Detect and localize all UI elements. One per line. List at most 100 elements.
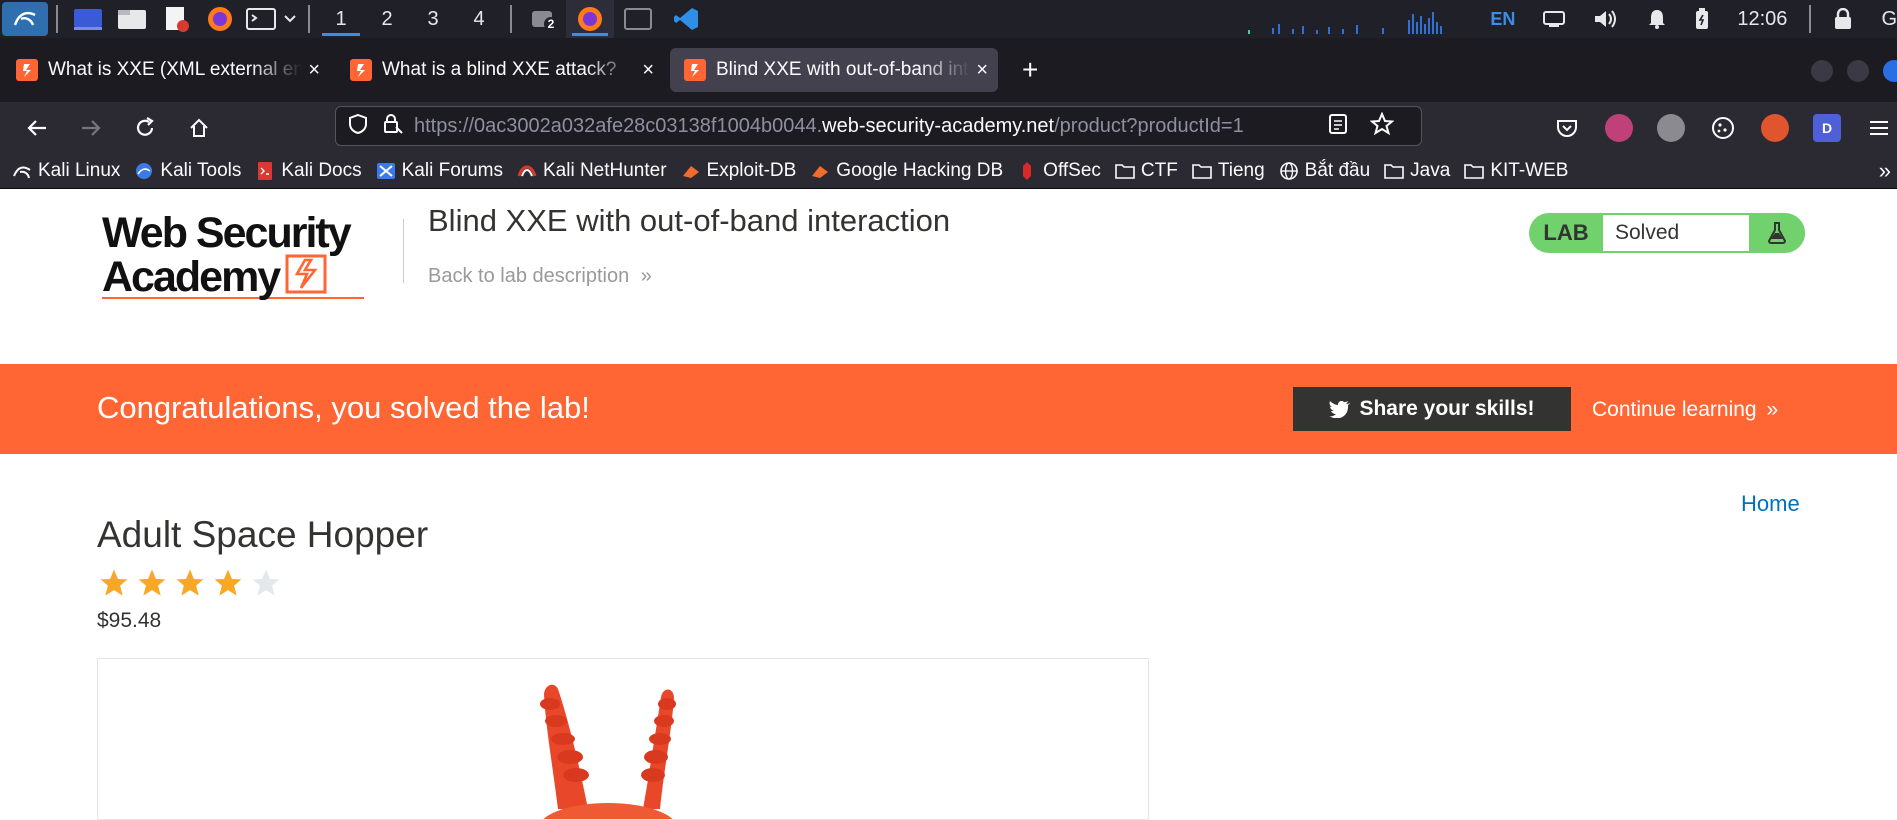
ext-orange-icon[interactable] [1761, 114, 1789, 142]
tracking-shield-icon[interactable] [348, 113, 368, 140]
url-text[interactable]: https://0ac3002a032afe28c03138f1004b0044… [414, 115, 1314, 138]
workspace-4[interactable]: 4 [456, 0, 502, 38]
star-rating [97, 567, 287, 601]
star-filled-icon [135, 567, 171, 601]
bookmark-folder-ctf[interactable]: CTF [1115, 160, 1178, 182]
bookmark-kali-docs[interactable]: Kali Docs [255, 160, 362, 182]
tab-close-icon[interactable]: × [642, 59, 654, 82]
share-skills-button[interactable]: Share your skills! [1293, 387, 1571, 431]
lock-screen-icon[interactable] [1833, 8, 1853, 30]
taskbar-separator [510, 5, 512, 33]
browser-tab-strip: What is XXE (XML external entity) inject… [0, 38, 1897, 102]
space-hopper-image [540, 684, 676, 819]
window-group-icon[interactable]: 2 [520, 0, 566, 38]
lock-icon[interactable] [382, 113, 404, 140]
folder-icon [1464, 161, 1485, 181]
tab-title: What is XXE (XML external entity) inject… [48, 59, 303, 80]
page-content: Web Security Academy Blind XXE with out-… [0, 189, 1897, 820]
tab-close-icon[interactable]: × [308, 59, 320, 82]
hamburger-menu-icon[interactable] [1865, 114, 1893, 142]
clock[interactable]: 12:06 [1737, 8, 1787, 31]
bookmark-exploit-db[interactable]: Exploit-DB [681, 160, 797, 182]
bookmark-kali-linux[interactable]: Kali Linux [12, 160, 120, 182]
network-icon[interactable] [1543, 10, 1566, 28]
firefox-launcher-icon[interactable] [198, 0, 242, 38]
battery-icon[interactable] [1695, 8, 1709, 30]
bookmark-kali-forums[interactable]: Kali Forums [376, 160, 503, 182]
vscode-window-icon[interactable] [662, 0, 710, 38]
bookmark-label: Exploit-DB [706, 160, 797, 181]
reader-view-icon[interactable] [1328, 113, 1348, 140]
firefox-window-icon[interactable] [566, 0, 614, 38]
workspace-2[interactable]: 2 [364, 0, 410, 38]
bookmark-offsec[interactable]: OffSec [1017, 160, 1101, 182]
session-menu[interactable]: G [1881, 8, 1897, 31]
url-bar[interactable]: https://0ac3002a032afe28c03138f1004b0044… [335, 106, 1422, 146]
back-arrow-icon[interactable] [10, 102, 64, 154]
bookmark-google-hacking-db[interactable]: Google Hacking DB [810, 160, 1003, 182]
bookmark-bat-dau[interactable]: Bắt đầu [1279, 160, 1371, 182]
back-link-label: Back to lab description [428, 265, 630, 287]
product-price: $95.48 [97, 609, 162, 632]
kali-menu-icon[interactable] [2, 2, 48, 36]
bookmark-label: CTF [1140, 160, 1178, 181]
bookmark-kali-tools[interactable]: Kali Tools [134, 160, 241, 182]
taskbar-separator [308, 5, 310, 33]
bookmark-label: Kali Docs [281, 160, 362, 181]
bookmark-label: Kali Forums [401, 160, 503, 181]
ext-d-icon[interactable]: D [1813, 114, 1841, 142]
globe-icon [1279, 161, 1299, 181]
bookmark-label: Bắt đầu [1304, 160, 1371, 181]
bookmark-star-icon[interactable] [1369, 110, 1395, 141]
tab-xxe-injection[interactable]: What is XXE (XML external entity) inject… [2, 48, 330, 92]
lab-status-text: Solved [1603, 215, 1749, 251]
bookmark-label: Google Hacking DB [836, 160, 1004, 181]
terminal-icon[interactable] [242, 0, 280, 38]
window-count-badge: 2 [544, 17, 558, 31]
close-window-button[interactable] [1883, 60, 1897, 82]
continue-learning-link[interactable]: Continue learning » [1592, 398, 1778, 422]
exploit-db-icon [681, 161, 701, 181]
cookie-icon[interactable] [1709, 114, 1737, 142]
star-filled-icon [211, 567, 247, 601]
reload-icon[interactable] [118, 102, 172, 154]
tab-blind-xxe-attack[interactable]: What is a blind XXE attack? × [336, 48, 664, 92]
terminal-window-icon[interactable] [614, 0, 662, 38]
home-link[interactable]: Home [1741, 491, 1800, 517]
bookmark-folder-java[interactable]: Java [1384, 160, 1450, 182]
maximize-button[interactable] [1847, 60, 1869, 82]
tab-blind-xxe-oob[interactable]: Blind XXE with out-of-band interaction × [670, 48, 998, 92]
tab-close-icon[interactable]: × [976, 59, 988, 82]
pocket-icon[interactable] [1553, 114, 1581, 142]
desktop-icon[interactable] [66, 0, 110, 38]
url-host: web-security-academy.net [822, 114, 1055, 137]
tab-title: Blind XXE with out-of-band interaction [716, 59, 970, 80]
ext-gray-icon[interactable] [1657, 114, 1685, 142]
extensions-area: D [1541, 102, 1897, 154]
web-security-academy-logo[interactable]: Web Security Academy [102, 212, 364, 299]
volume-icon[interactable] [1593, 8, 1619, 30]
back-to-lab-description-link[interactable]: Back to lab description » [428, 265, 652, 288]
new-tab-button[interactable]: + [1022, 54, 1038, 86]
bookmarks-toolbar: Kali Linux Kali Tools Kali Docs Kali For… [0, 154, 1897, 189]
ext-pink-icon[interactable] [1605, 114, 1633, 142]
solved-message: Congratulations, you solved the lab! [97, 390, 590, 425]
workspace-1[interactable]: 1 [318, 0, 364, 38]
workspace-3[interactable]: 3 [410, 0, 456, 38]
home-icon[interactable] [172, 102, 226, 154]
text-editor-icon[interactable] [154, 0, 198, 38]
forward-arrow-icon[interactable] [64, 102, 118, 154]
logo-line-1: Web Security [102, 209, 352, 257]
terminal-dropdown-icon[interactable] [280, 0, 300, 38]
bookmark-kali-nethunter[interactable]: Kali NetHunter [517, 160, 667, 182]
keyboard-layout[interactable]: EN [1490, 9, 1515, 30]
lab-title: Blind XXE with out-of-band interaction [428, 203, 951, 238]
file-manager-icon[interactable] [110, 0, 154, 38]
bookmark-folder-kit-web[interactable]: KIT-WEB [1464, 160, 1568, 182]
portswigger-favicon-icon [350, 59, 372, 81]
minimize-button[interactable] [1811, 60, 1833, 82]
bookmark-folder-tieng[interactable]: Tieng [1192, 160, 1265, 182]
notification-bell-icon[interactable] [1647, 8, 1667, 30]
kali-icon [12, 161, 32, 181]
bookmarks-overflow-chevron-icon[interactable]: » [1879, 158, 1891, 184]
